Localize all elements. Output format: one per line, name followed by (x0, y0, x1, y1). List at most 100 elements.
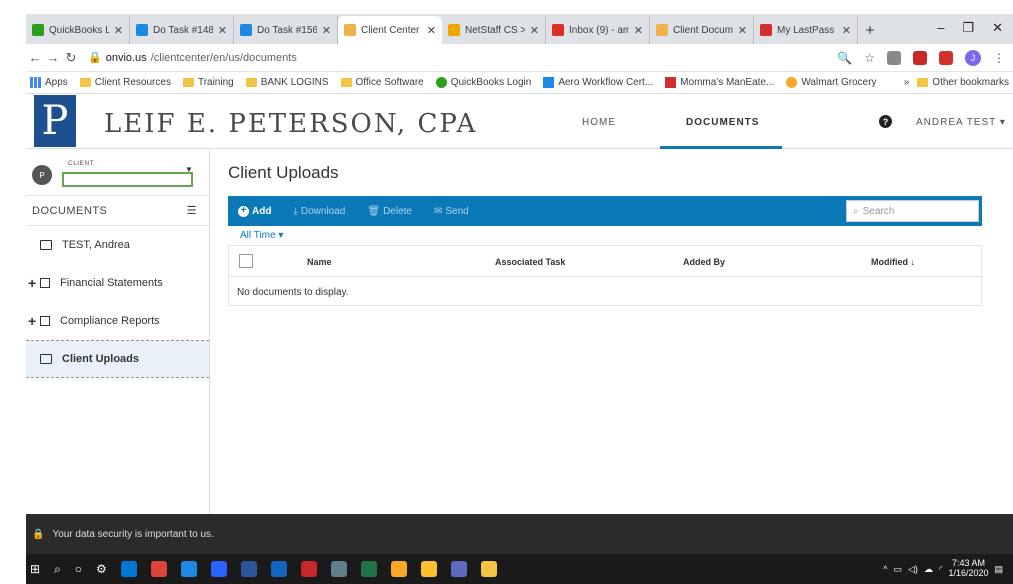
expand-icon[interactable]: + (28, 275, 36, 291)
search-input[interactable]: ⌕ Search (846, 200, 979, 222)
search-icon[interactable]: ⌕ (54, 562, 61, 577)
reload-icon[interactable]: ↻ (62, 50, 80, 66)
expand-icon[interactable]: + (28, 313, 36, 329)
help-icon[interactable]: ? (879, 115, 892, 128)
firm-logo[interactable]: P (34, 95, 76, 147)
tab-close-icon[interactable]: ✕ (322, 24, 331, 37)
wifi-icon[interactable]: ◜ (939, 564, 943, 575)
new-tab-button[interactable]: + (858, 16, 882, 44)
folder-icon (245, 78, 257, 87)
tray-chevron-icon[interactable]: ^ (883, 564, 887, 574)
column-associated-task[interactable]: Associated Task (495, 257, 565, 267)
settings-gear-icon[interactable]: ⚙ (96, 562, 107, 576)
word-icon[interactable] (240, 561, 257, 577)
excel-icon[interactable] (360, 561, 377, 577)
star-icon[interactable]: ☆ (864, 51, 875, 65)
list-view-icon[interactable]: ☰ (187, 204, 197, 217)
tab-close-icon[interactable]: ✕ (842, 24, 851, 37)
forward-icon[interactable]: → (44, 50, 62, 65)
minimize-icon[interactable]: – (937, 20, 944, 36)
volume-icon[interactable]: ◁) (908, 564, 918, 575)
browser-tab-bar: QuickBooks Lo ✕ Do Task #148 ✕ Do Task #156 ✕… (26, 14, 1013, 44)
tab-favicon-icon (760, 24, 772, 36)
bookmark-bank-logins[interactable]: BANK LOGINS (245, 77, 329, 88)
dropdown-caret-icon[interactable]: ▼ (185, 165, 193, 174)
client-selector[interactable]: P CLIENT ▼ (26, 150, 209, 196)
cortana-icon[interactable]: ○ (75, 562, 82, 576)
nav-home[interactable]: HOME (582, 117, 616, 128)
nav-documents[interactable]: DOCUMENTS (686, 117, 759, 128)
notifications-icon[interactable]: ▤ (994, 564, 1003, 575)
send-button[interactable]: ✉ Send (434, 206, 469, 217)
profile-avatar[interactable]: J (965, 49, 981, 66)
bookmark-training[interactable]: Training (182, 77, 234, 88)
column-modified[interactable]: Modified ↓ (871, 257, 915, 267)
close-window-icon[interactable]: ✕ (992, 20, 1003, 36)
tab-close-icon[interactable]: ✕ (634, 24, 643, 37)
column-added-by[interactable]: Added By (683, 257, 725, 267)
other-bookmarks[interactable]: Other bookmarks (917, 77, 1009, 88)
lastpass-extension-icon[interactable] (939, 50, 953, 65)
delete-button[interactable]: 🗑 Delete (367, 206, 412, 217)
tree-item[interactable]: + Financial Statements (26, 264, 209, 302)
grid-header: Name Associated Task Added By Modified ↓ (229, 246, 981, 277)
acrobat-icon[interactable] (300, 561, 317, 577)
tab-close-icon[interactable]: ✕ (427, 24, 436, 37)
teams-icon[interactable] (450, 561, 467, 577)
add-button[interactable]: + Add (238, 205, 271, 217)
pdf-extension-icon[interactable] (913, 50, 927, 65)
tree-item[interactable]: Client Uploads (26, 340, 209, 378)
browser-tab[interactable]: Do Task #148 ✕ (130, 16, 234, 44)
edge-icon[interactable] (180, 561, 197, 577)
clock[interactable]: 7:43 AM 1/16/2020 (948, 558, 988, 579)
browser-tab[interactable]: Client Docum ✕ (650, 16, 754, 44)
bookmark-apps[interactable]: Apps (30, 77, 68, 88)
bookmark-quickbooks-login[interactable]: QuickBooks Login (435, 77, 531, 88)
app-icon[interactable] (420, 561, 437, 577)
cloud-icon[interactable]: ☁ (924, 564, 933, 575)
windows-start-icon[interactable]: ⊞ (30, 562, 40, 576)
network-icon[interactable]: ▭ (894, 564, 903, 575)
select-all-checkbox[interactable] (239, 254, 253, 268)
chrome-icon[interactable] (150, 561, 167, 577)
document-tree: TEST, Andrea + Financial Statements + Compli… (26, 226, 209, 378)
outlook-icon[interactable] (120, 561, 137, 577)
tree-item[interactable]: + Compliance Reports (26, 302, 209, 340)
user-menu[interactable]: ANDREA TEST ▾ (916, 117, 1006, 128)
internet-explorer-icon[interactable] (270, 561, 287, 577)
browser-tab[interactable]: Client Center ✕ (338, 16, 442, 44)
tab-close-icon[interactable]: ✕ (738, 24, 747, 37)
tab-close-icon[interactable]: ✕ (114, 24, 123, 37)
time-filter-dropdown[interactable]: All Time ▾ (240, 230, 283, 241)
tab-close-icon[interactable]: ✕ (530, 24, 539, 37)
bookmark-office-software[interactable]: Office Software (340, 77, 424, 88)
restore-icon[interactable]: ❐ (962, 20, 974, 36)
app-icon[interactable] (390, 561, 407, 577)
bookmark-walmart-grocery[interactable]: Walmart Grocery (786, 77, 877, 88)
url-field[interactable]: 🔒 onvio.us/clientcenter/en/us/documents (88, 51, 297, 65)
browser-tab[interactable]: NetStaff CS > ✕ (442, 16, 546, 44)
back-icon[interactable]: ← (26, 50, 44, 65)
bookmark-aero-workflow-cert[interactable]: Aero Workflow Cert... (543, 77, 653, 88)
tree-item[interactable]: TEST, Andrea (26, 226, 209, 264)
tab-title: Client Center (361, 24, 420, 36)
bookmark-momma-s-maneate[interactable]: Momma's ManEate... (665, 77, 774, 88)
browser-tab[interactable]: Inbox (9) - am ✕ (546, 16, 650, 44)
column-name[interactable]: Name (307, 257, 332, 267)
menu-dots-icon[interactable]: ⋮ (993, 51, 1005, 65)
download-button[interactable]: ⤓ Download (293, 206, 345, 217)
browser-tab[interactable]: Do Task #156 ✕ (234, 16, 338, 44)
caret-down-icon: ▾ (278, 230, 284, 241)
zoom-app-icon[interactable] (210, 561, 227, 577)
zoom-icon[interactable]: 🔍 (837, 51, 852, 65)
file-explorer-icon[interactable] (480, 561, 497, 577)
browser-tab[interactable]: My LastPass V ✕ (754, 16, 858, 44)
browser-tab[interactable]: QuickBooks Lo ✕ (26, 16, 130, 44)
extension-icon[interactable] (887, 50, 901, 65)
tab-title: My LastPass V (777, 24, 837, 36)
app-icon[interactable] (330, 561, 347, 577)
tab-close-icon[interactable]: ✕ (218, 24, 227, 37)
bookmarks-overflow-icon[interactable]: » (904, 77, 910, 88)
app-header: P LEIF E. PETERSON, CPA HOME DOCUMENTS ?… (26, 95, 1013, 149)
bookmark-client-resources[interactable]: Client Resources (79, 77, 171, 88)
